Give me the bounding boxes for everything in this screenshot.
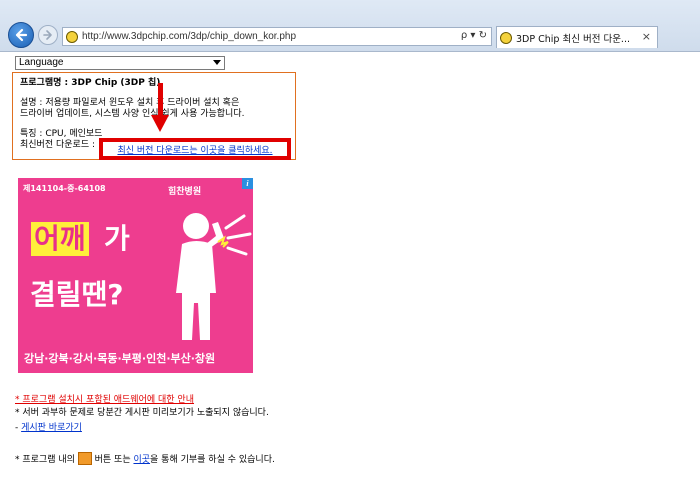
program-name: 프로그램명 : 3DP Chip (3DP 칩)	[20, 78, 161, 88]
browser-tab[interactable]: 3DP Chip 최신 버전 다운... ×	[496, 26, 658, 48]
adware-notice-link[interactable]: * 프로그램 설치시 포함된 애드웨어에 대한 안내	[15, 392, 194, 405]
ad-brand: 힘찬병원	[168, 187, 202, 197]
latest-version-label: 최신버전 다운로드 :	[20, 140, 95, 150]
address-bar[interactable]: http://www.3dpchip.com/3dp/chip_down_kor…	[62, 27, 492, 46]
ad-headline-line2: 결릴땐?	[30, 278, 124, 311]
server-notice: * 서버 과부하 문제로 당분간 게시판 미리보기가 노출되지 않습니다.	[15, 408, 269, 418]
board-link[interactable]: 게시판 바로가기	[21, 423, 82, 433]
address-tools[interactable]: ρ ▾ ↻	[461, 30, 487, 41]
board-line: - 게시판 바로가기	[15, 420, 82, 433]
chevron-down-icon	[213, 60, 221, 65]
annotation-arrow-head-icon	[151, 115, 169, 132]
forward-arrow-icon	[43, 30, 52, 40]
ad-headline-suffix: 가	[104, 222, 130, 255]
donate-button-icon	[77, 452, 92, 465]
tab-title: 3DP Chip 최신 버전 다운...	[516, 33, 630, 45]
tab-close-icon[interactable]: ×	[642, 30, 651, 43]
ad-headline-highlight: 어깨	[31, 222, 89, 256]
download-link-highlight: 최신 버전 다운로드는 이곳을 클릭하세요.	[99, 138, 291, 160]
donate-link[interactable]: 이곳	[133, 455, 150, 465]
forward-button[interactable]	[38, 25, 58, 45]
tab-favicon-icon	[500, 31, 512, 44]
donate-suffix: 을 통해 기부를 하실 수 있습니다.	[150, 455, 275, 465]
browser-toolbar: http://www.3dpchip.com/3dp/chip_down_kor…	[0, 0, 700, 52]
language-select[interactable]: Language	[15, 56, 225, 70]
ad-id-text: 제141104-중-64108	[23, 184, 106, 193]
shoulder-pain-figure-icon	[176, 213, 252, 340]
description-line-1: 설명 : 저용량 파일로서 윈도우 설치 후 드라이버 설치 혹은	[20, 98, 240, 108]
ad-info-icon[interactable]: i	[242, 178, 253, 189]
ad-regions: 강남·강북·강서·목동·부평·인천·부산·창원	[24, 352, 216, 365]
back-button[interactable]	[8, 22, 34, 48]
back-arrow-icon	[15, 28, 28, 42]
language-select-value: Language	[19, 57, 64, 68]
latest-download-link[interactable]: 최신 버전 다운로드는 이곳을 클릭하세요.	[117, 143, 272, 156]
site-favicon-icon	[66, 30, 78, 43]
description-line-2: 드라이버 업데이트, 시스템 사양 인식 쉽게 사용 가능합니다.	[20, 109, 245, 119]
features-line: 특징 : CPU, 메인보드	[20, 129, 103, 139]
annotation-arrow-shaft	[158, 83, 163, 117]
url-text[interactable]: http://www.3dpchip.com/3dp/chip_down_kor…	[82, 31, 296, 42]
donate-prefix: * 프로그램 내의	[15, 455, 78, 465]
donate-middle: 버튼 또는	[91, 455, 134, 465]
donate-line: * 프로그램 내의 버튼 또는 이곳을 통해 기부를 하실 수 있습니다.	[15, 452, 275, 466]
advertisement-banner[interactable]: 제141104-중-64108 힘찬병원 i 어깨 가 결릴땐? 강남·강북·강…	[18, 178, 253, 373]
